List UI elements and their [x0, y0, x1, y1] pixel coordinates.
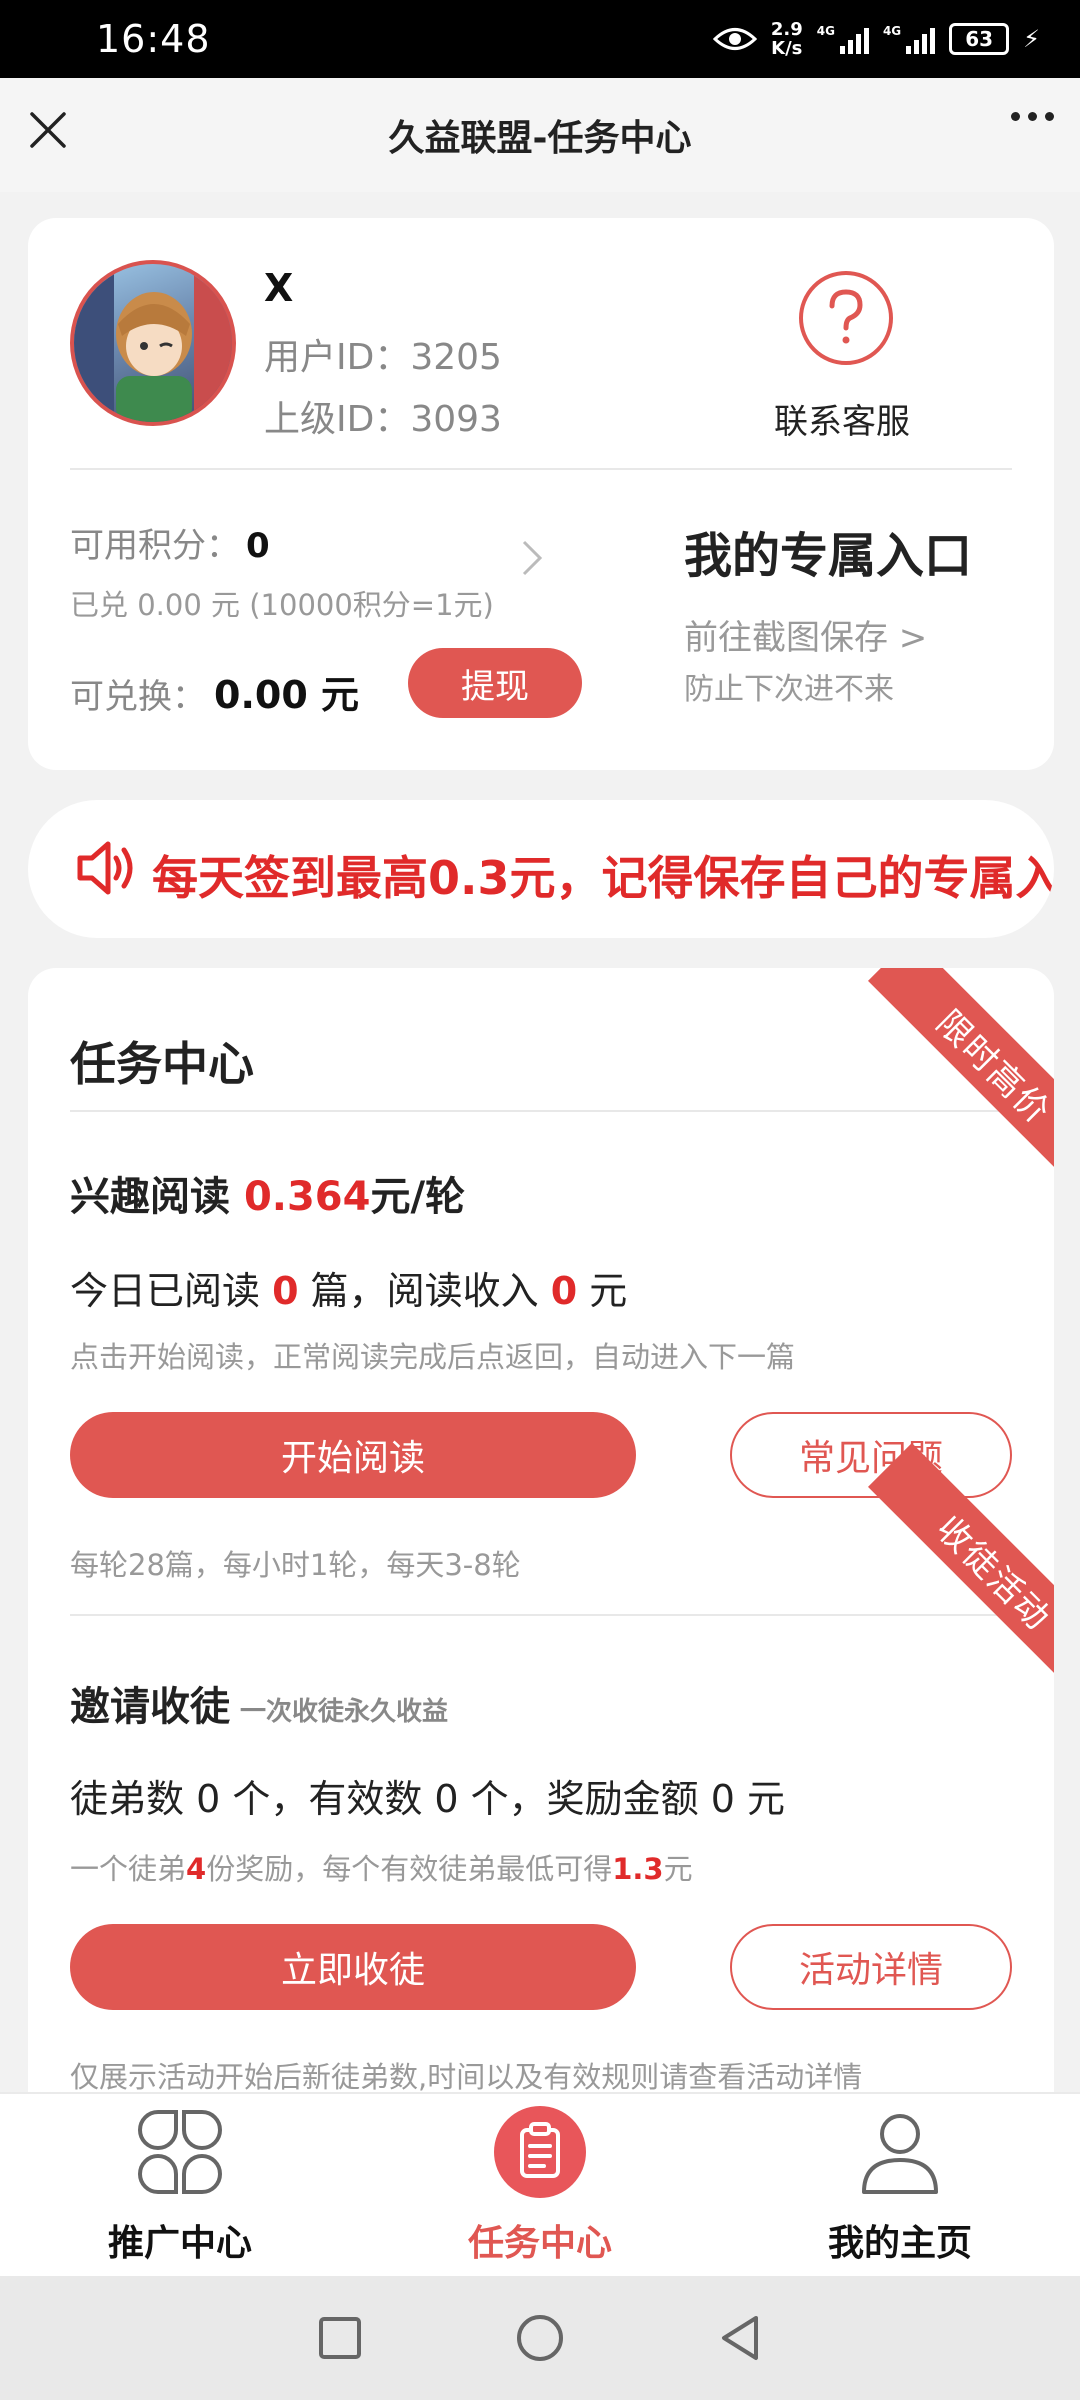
signal-icon: 4G	[817, 24, 869, 54]
sim1-label: 4G	[816, 24, 835, 38]
tab-label: 我的主页	[827, 2223, 972, 2264]
start-reading-button[interactable]: 开始阅读	[70, 1412, 636, 1498]
parent-id-label: 上级ID：	[264, 399, 411, 440]
help-icon[interactable]	[798, 270, 894, 366]
username: X	[264, 266, 294, 310]
reading-today-prefix: 今日已阅读	[70, 1269, 273, 1313]
entry-hint: 防止下次进不来	[684, 672, 894, 707]
reading-today-suffix: 元	[577, 1269, 628, 1313]
tab-promotion-center[interactable]: 推广中心	[0, 2094, 360, 2276]
tab-task-center[interactable]: 任务中心	[360, 2094, 720, 2276]
invite-subtitle: 一次收徒永久收益	[240, 1697, 449, 1727]
divider	[70, 1614, 1012, 1616]
reading-rate-unit: 元/轮	[370, 1174, 466, 1220]
task-center: 任务中心 限时高价 兴趣阅读 0.364元/轮 今日已阅读 0 篇，阅读收入 0…	[28, 968, 1054, 2108]
reading-task-title: 兴趣阅读 0.364元/轮	[70, 1164, 465, 1222]
reading-rate-value: 0.364	[243, 1174, 371, 1220]
avatar-image	[74, 264, 232, 422]
redeemed-text: 已兑 0.00 元 (10000积分=1元)	[70, 588, 494, 622]
screenshot-link[interactable]: 前往截图保存 >	[684, 610, 927, 659]
tab-my-homepage[interactable]: 我的主页	[720, 2094, 1080, 2276]
reading-today-count: 0	[272, 1269, 299, 1313]
notice-banner: 每天签到最高0.3元，记得保存自己的专属入口	[28, 800, 1054, 938]
status-bar: 16:48 2.9 K/s 4G 4G 63 ⚡	[0, 0, 1080, 78]
reading-today: 今日已阅读 0 篇，阅读收入 0 元	[70, 1260, 627, 1315]
signal-icon-2: 4G	[882, 24, 936, 54]
sim2-label: 4G	[882, 24, 902, 38]
parent-id: 上级ID：3093	[264, 390, 502, 442]
network-speed-unit: K/s	[771, 38, 803, 59]
battery-icon: 63	[949, 23, 1010, 55]
reading-footnote: 每轮28篇，每小时1轮，每天3-8轮	[70, 1548, 521, 1582]
home-icon[interactable]	[514, 2312, 566, 2364]
top-nav: 久益联盟-任务中心	[0, 78, 1080, 192]
recents-icon[interactable]	[316, 2314, 364, 2362]
system-nav-bar	[0, 2276, 1080, 2400]
invite-title: 邀请收徒	[70, 1684, 230, 1730]
speaker-icon	[77, 841, 133, 895]
invite-hint-amount: 1.3	[612, 1852, 664, 1886]
invite-task-title: 邀请收徒 一次收徒永久收益	[70, 1674, 448, 1732]
avatar[interactable]	[70, 260, 236, 426]
invite-hint-mid: 份奖励，每个有效徒弟最低可得	[206, 1852, 613, 1886]
invite-hint-suffix: 元	[663, 1852, 693, 1886]
withdraw-button[interactable]: 提现	[408, 648, 582, 718]
my-entry-title[interactable]: 我的专属入口	[684, 516, 972, 586]
invite-hint-prefix: 一个徒弟	[70, 1852, 187, 1886]
user-id: 用户ID：3205	[264, 328, 502, 380]
grid-icon	[138, 2110, 222, 2194]
parent-id-value: 3093	[410, 399, 502, 440]
reading-today-income: 0	[550, 1269, 578, 1313]
clipboard-icon	[494, 2106, 586, 2198]
back-icon[interactable]	[716, 2312, 764, 2364]
available-points-label: 可用积分：	[70, 526, 240, 566]
close-icon[interactable]	[26, 108, 70, 152]
invite-stats: 徒弟数 0 个，有效数 0 个，奖励金额 0 元	[70, 1777, 786, 1821]
divider	[70, 1110, 1012, 1112]
exchangeable-value: 0.00 元	[214, 673, 359, 717]
invite-footnote: 仅展示活动开始后新徒弟数,时间以及有效规则请查看活动详情	[70, 2060, 863, 2094]
reading-title-prefix: 兴趣阅读	[70, 1174, 244, 1220]
limited-price-ribbon: 限时高价	[868, 968, 1054, 1193]
divider	[70, 468, 1012, 470]
available-points: 可用积分： 0	[70, 518, 270, 567]
tab-label: 任务中心	[467, 2223, 612, 2264]
reading-today-mid: 篇，阅读收入	[298, 1269, 551, 1313]
support-label[interactable]: 联系客服	[774, 394, 910, 443]
reading-hint: 点击开始阅读，正常阅读完成后点返回，自动进入下一篇	[70, 1340, 796, 1374]
tab-label: 推广中心	[107, 2223, 252, 2264]
invite-now-button[interactable]: 立即收徒	[70, 1924, 636, 2010]
invite-hint: 一个徒弟4份奖励，每个有效徒弟最低可得1.3元	[70, 1846, 693, 1888]
task-center-heading: 任务中心	[70, 1037, 254, 1091]
user-card: X 用户ID：3205 上级ID：3093 联系客服 可用积分： 0 已兑 0.0…	[28, 218, 1054, 770]
more-icon[interactable]	[1011, 112, 1054, 121]
status-time: 16:48	[96, 17, 211, 61]
network-speed: 2.9 K/s	[771, 20, 803, 58]
exchangeable-label: 可兑换：	[70, 677, 206, 717]
user-id-value: 3205	[410, 337, 502, 378]
person-icon	[862, 2114, 938, 2194]
exchangeable: 可兑换： 0.00 元	[70, 664, 359, 719]
page-title: 久益联盟-任务中心	[388, 118, 692, 159]
available-points-value: 0	[246, 526, 270, 566]
charging-icon: ⚡	[1023, 25, 1040, 53]
user-id-label: 用户ID：	[264, 337, 411, 378]
chevron-right-icon[interactable]	[516, 536, 546, 580]
bottom-tab-bar: 推广中心 任务中心 我的主页	[0, 2092, 1080, 2276]
network-speed-value: 2.9	[770, 19, 803, 40]
invite-hint-num: 4	[186, 1852, 207, 1886]
eye-comfort-icon	[712, 28, 757, 50]
activity-details-button[interactable]: 活动详情	[730, 1924, 1012, 2010]
notice-text: 每天签到最高0.3元，记得保存自己的专属入口	[152, 851, 1054, 905]
